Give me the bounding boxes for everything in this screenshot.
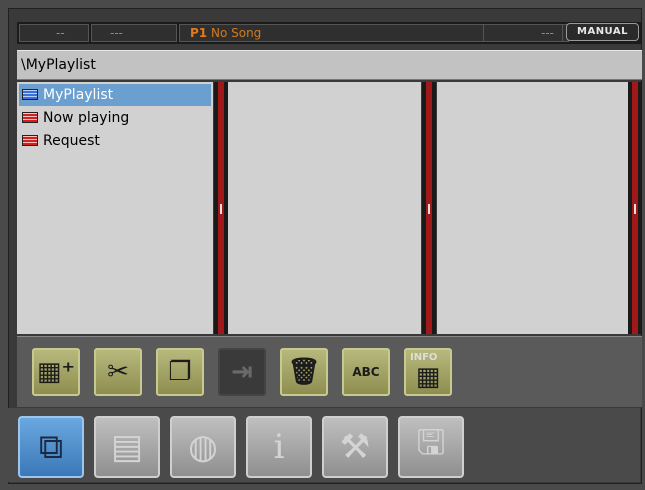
playlist-pane: MyPlaylist Now playing Request (17, 82, 213, 334)
list-item-label: Request (43, 133, 100, 149)
middle-pane (228, 82, 421, 334)
tab-info[interactable]: i (246, 416, 312, 478)
list-item-label: MyPlaylist (43, 87, 114, 103)
status-value-b: --- (110, 26, 123, 40)
paste-icon: ⇥ (231, 357, 253, 387)
delete-button[interactable]: 🗑 (280, 348, 328, 396)
info-button[interactable]: INFO ▦ (404, 348, 452, 396)
rename-button[interactable]: ABC (342, 348, 390, 396)
save-tab-icon: 🖫 (416, 422, 446, 463)
status-value-right: --- (483, 24, 563, 42)
list-item-label: Now playing (43, 110, 130, 126)
delete-icon: 🗑 (287, 357, 321, 387)
status-bar: -- --- P1 No Song --- MANUAL (17, 22, 642, 44)
playlist-red-icon (22, 112, 38, 123)
list-item[interactable]: Request (19, 130, 211, 152)
tab-bar: ⧉ ▤ ◍ i ⚒ 🖫 (8, 408, 640, 482)
paste-button[interactable]: ⇥ (218, 348, 266, 396)
right-pane (437, 82, 628, 334)
tab-playlist[interactable]: ▤ (94, 416, 160, 478)
playlist-tab-icon: ▤ (110, 427, 144, 467)
scrollbar[interactable] (628, 82, 642, 334)
list-item[interactable]: Now playing (19, 107, 211, 129)
copy-icon: ❐ (168, 357, 192, 387)
tab-tools[interactable]: ⚒ (322, 416, 388, 478)
scrollbar[interactable] (422, 82, 436, 334)
tools-tab-icon: ⚒ (339, 427, 371, 467)
song-title: No Song (210, 26, 262, 40)
new-folder-icon: ▦⁺ (36, 357, 76, 387)
manual-button[interactable]: MANUAL (566, 23, 639, 41)
tab-browser[interactable]: ⧉ (18, 416, 84, 478)
profile-label: P1 (190, 26, 208, 40)
info-icon: ▦ (415, 362, 441, 392)
playlist-blue-icon (22, 89, 38, 100)
info-tab-icon: i (273, 427, 285, 467)
status-segment-a: -- (19, 24, 89, 42)
action-toolbar: ▦⁺ ✂ ❐ ⇥ 🗑 ABC INFO ▦ (17, 336, 642, 407)
playlist-red-icon (22, 135, 38, 146)
status-value-a: -- (56, 26, 65, 40)
list-item[interactable]: MyPlaylist (19, 84, 211, 106)
path-breadcrumb: \MyPlaylist (17, 50, 642, 80)
status-segment-b: --- (91, 24, 177, 42)
cut-button[interactable]: ✂ (94, 348, 142, 396)
tab-save[interactable]: 🖫 (398, 416, 464, 478)
scrollbar[interactable] (214, 82, 228, 334)
browser-tab-icon: ⧉ (38, 427, 64, 467)
copy-button[interactable]: ❐ (156, 348, 204, 396)
new-folder-button[interactable]: ▦⁺ (32, 348, 80, 396)
rename-icon: ABC (352, 365, 380, 379)
globe-tab-icon: ◍ (188, 427, 218, 467)
tab-globe[interactable]: ◍ (170, 416, 236, 478)
cut-icon: ✂ (107, 357, 129, 387)
